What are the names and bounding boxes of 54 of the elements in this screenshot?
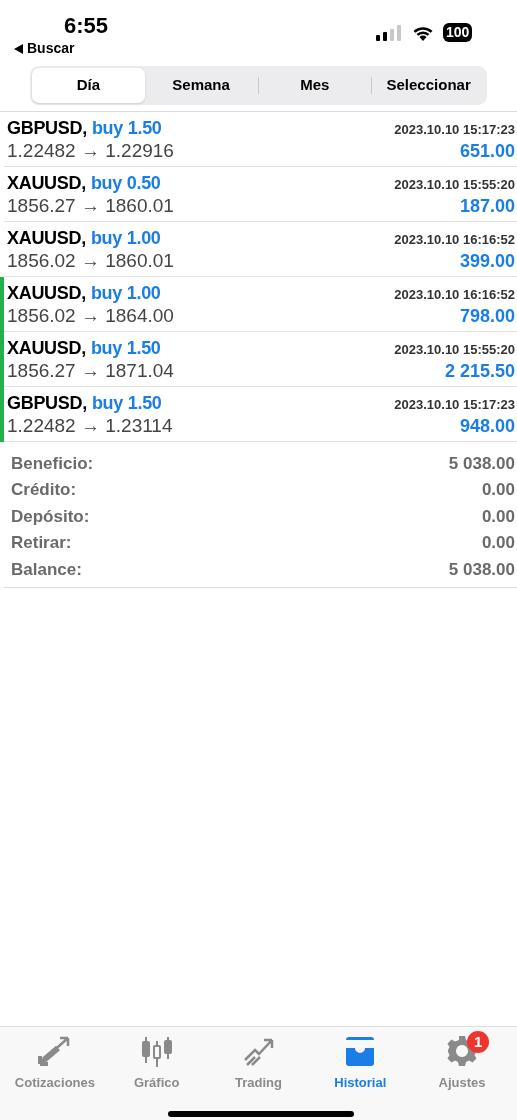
summary-value: 0.00 bbox=[481, 479, 515, 501]
order-label: buy 1.50 bbox=[90, 336, 161, 359]
candlestick-icon bbox=[139, 1035, 174, 1067]
summary-value: 5 038.00 bbox=[448, 452, 515, 475]
back-triangle-icon bbox=[14, 43, 23, 54]
summary-label: Crédito: bbox=[11, 479, 77, 501]
back-link[interactable]: Buscar bbox=[14, 38, 75, 59]
price-change: 1.22482 → 1.23114 bbox=[7, 413, 173, 438]
summary-value: 0.00 bbox=[481, 505, 515, 528]
deal-time: 2023.10.10 15:17:23 bbox=[394, 120, 515, 139]
deal-time: 2023.10.10 16:16:52 bbox=[394, 285, 515, 304]
symbol-label: XAUUSD, bbox=[7, 171, 86, 194]
segment-tab[interactable]: Día bbox=[32, 68, 145, 103]
order-label: buy 0.50 bbox=[90, 171, 161, 194]
symbol-label: GBPUSD, bbox=[7, 116, 87, 139]
price-change: 1.22482 → 1.22916 bbox=[7, 138, 174, 163]
segment-tab[interactable]: Semana bbox=[144, 68, 258, 103]
summary-value: 5 038.00 bbox=[448, 558, 515, 581]
profit-value: 187.00 bbox=[459, 194, 515, 218]
order-label: buy 1.00 bbox=[90, 226, 161, 249]
order-label: buy 1.50 bbox=[91, 391, 162, 414]
notification-badge: 1 bbox=[467, 1031, 490, 1053]
signal-icon bbox=[376, 25, 402, 41]
summary-label: Beneficio: bbox=[11, 452, 94, 475]
order-label: buy 1.00 bbox=[90, 281, 161, 304]
profit-value: 651.00 bbox=[459, 139, 515, 163]
price-change: 1856.27 → 1871.04 bbox=[7, 358, 174, 383]
profit-value: 798.00 bbox=[459, 304, 515, 328]
battery-indicator: 100 bbox=[443, 23, 473, 42]
deal-time: 2023.10.10 15:55:20 bbox=[394, 175, 515, 194]
tab-bar-item[interactable]: Historial bbox=[312, 1035, 409, 1093]
profit-value: 948.00 bbox=[459, 414, 515, 438]
deal-time: 2023.10.10 15:17:23 bbox=[394, 395, 515, 414]
order-label: buy 1.50 bbox=[91, 116, 162, 139]
diagonal-arrows-icon bbox=[37, 1036, 72, 1066]
symbol-label: GBPUSD, bbox=[7, 391, 87, 414]
summary-value: 0.00 bbox=[481, 532, 515, 554]
price-change: 1856.02 → 1860.01 bbox=[7, 248, 174, 273]
symbol-label: XAUUSD, bbox=[7, 336, 86, 359]
price-change: 1856.02 → 1864.00 bbox=[7, 303, 174, 328]
summary-label: Depósito: bbox=[11, 505, 90, 528]
price-change: 1856.27 → 1860.01 bbox=[7, 193, 174, 218]
deal-time: 2023.10.10 16:16:52 bbox=[394, 230, 515, 249]
symbol-label: XAUUSD, bbox=[7, 226, 86, 249]
summary-label: Retirar: bbox=[11, 532, 72, 554]
profit-value: 399.00 bbox=[459, 249, 515, 273]
summary-label: Balance: bbox=[11, 558, 82, 581]
profit-value: 2 215.50 bbox=[444, 359, 515, 383]
segment-tab[interactable]: Seleccionar bbox=[372, 68, 485, 103]
clock-time: 6:55 bbox=[64, 12, 109, 40]
segment-tab[interactable]: Mes bbox=[258, 68, 372, 103]
deal-time: 2023.10.10 15:55:20 bbox=[394, 340, 515, 359]
wifi-icon bbox=[412, 24, 434, 41]
symbol-label: XAUUSD, bbox=[7, 281, 86, 304]
